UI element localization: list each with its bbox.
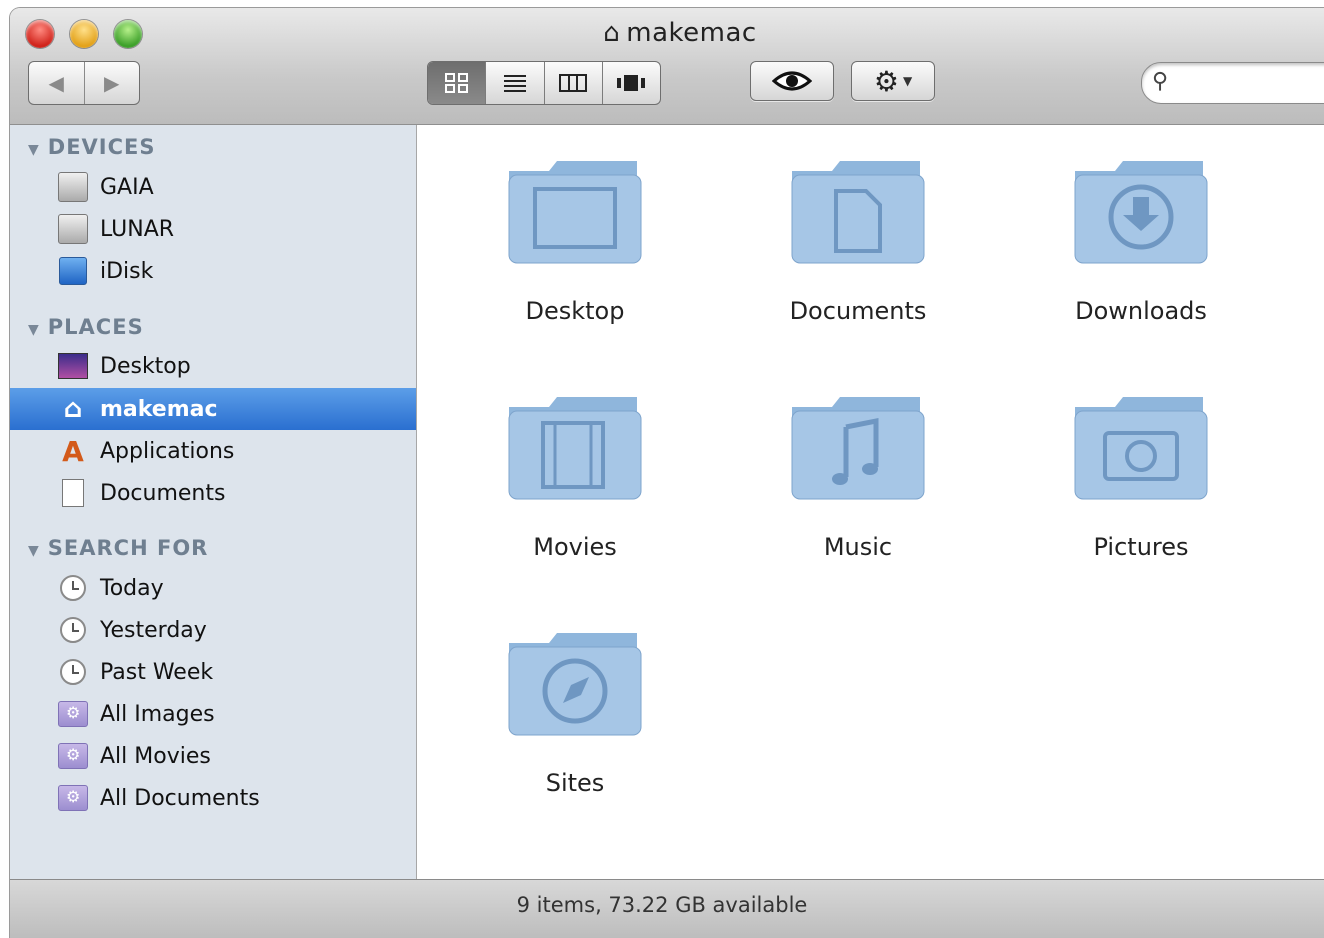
- window-title-text: makemac: [626, 18, 757, 48]
- back-arrow-icon: ◀: [48, 71, 64, 95]
- finder-window: ⌂ makemac ◀ ▶ ⚙ ▼ ⚲ ▼ DEVICES GAIA LUNAR…: [10, 8, 1324, 938]
- clock-icon: [58, 573, 88, 603]
- smart-folder-icon: [58, 741, 88, 771]
- sidebar-section-search-for[interactable]: ▼ SEARCH FOR: [28, 536, 208, 560]
- search-field[interactable]: ⚲: [1141, 62, 1324, 104]
- pictures-folder-icon: [1074, 397, 1208, 500]
- coverflow-view-icon: [617, 75, 646, 91]
- sidebar-item-all-documents[interactable]: All Documents: [10, 778, 416, 818]
- disclosure-triangle-icon: ▼: [28, 142, 40, 158]
- sidebar-section-devices[interactable]: ▼ DEVICES: [28, 135, 156, 159]
- idisk-icon: [58, 256, 88, 286]
- window-title: ⌂ makemac: [10, 18, 1324, 48]
- title-bar: ⌂ makemac ◀ ▶ ⚙ ▼ ⚲: [10, 8, 1324, 125]
- folder-item-movies[interactable]: Movies: [455, 393, 695, 613]
- home-icon: ⌂: [63, 394, 83, 424]
- downloads-folder-icon: [1074, 161, 1208, 264]
- sidebar-item-yesterday[interactable]: Yesterday: [10, 610, 416, 650]
- action-menu-button[interactable]: ⚙ ▼: [851, 61, 935, 101]
- document-icon: [58, 478, 88, 508]
- clock-icon: [58, 657, 88, 687]
- folder-item-pictures[interactable]: Pictures: [1021, 393, 1261, 613]
- sidebar-item-idisk[interactable]: iDisk: [10, 251, 416, 291]
- sidebar-item-makemac[interactable]: ⌂ makemac: [10, 388, 416, 430]
- forward-arrow-icon: ▶: [104, 71, 120, 95]
- search-input[interactable]: [1182, 69, 1324, 97]
- column-view-button[interactable]: [543, 62, 602, 104]
- forward-button[interactable]: ▶: [83, 62, 140, 104]
- documents-folder-icon: [791, 161, 925, 264]
- sidebar-item-past-week[interactable]: Past Week: [10, 652, 416, 692]
- smart-folder-icon: [58, 699, 88, 729]
- back-button[interactable]: ◀: [29, 62, 84, 104]
- sidebar-item-documents[interactable]: Documents: [10, 473, 416, 513]
- sidebar-item-desktop[interactable]: Desktop: [10, 346, 416, 386]
- status-text: 9 items, 73.22 GB available: [516, 893, 808, 917]
- icon-view-button[interactable]: [428, 62, 486, 104]
- column-view-icon: [559, 74, 588, 92]
- sidebar-item-today[interactable]: Today: [10, 568, 416, 608]
- sidebar-section-places[interactable]: ▼ PLACES: [28, 315, 144, 339]
- gear-icon: ⚙: [873, 64, 899, 98]
- file-browser-content: Desktop Documents Downloads Movies Music…: [417, 125, 1324, 879]
- sidebar-item-lunar[interactable]: LUNAR: [10, 209, 416, 249]
- sidebar-item-all-images[interactable]: All Images: [10, 694, 416, 734]
- coverflow-view-button[interactable]: [601, 62, 660, 104]
- icon-view-icon: [444, 73, 468, 93]
- movies-folder-icon: [508, 397, 642, 500]
- sidebar-item-applications[interactable]: A Applications: [10, 431, 416, 471]
- smart-folder-icon: [58, 783, 88, 813]
- sidebar-item-all-movies[interactable]: All Movies: [10, 736, 416, 776]
- back-forward-control: ◀ ▶: [28, 61, 140, 105]
- music-folder-icon: [791, 397, 925, 500]
- disclosure-triangle-icon: ▼: [28, 543, 40, 559]
- sidebar: ▼ DEVICES GAIA LUNAR iDisk ▼ PLACES Deskto…: [10, 125, 417, 879]
- desktop-folder-icon: [508, 161, 642, 264]
- folder-item-desktop[interactable]: Desktop: [455, 157, 695, 377]
- folder-item-sites[interactable]: Sites: [455, 629, 695, 849]
- hard-disk-icon: [58, 214, 88, 244]
- folder-item-downloads[interactable]: Downloads: [1021, 157, 1261, 377]
- list-view-button[interactable]: [485, 62, 543, 104]
- quick-look-button[interactable]: [750, 61, 834, 101]
- sidebar-item-gaia[interactable]: GAIA: [10, 167, 416, 207]
- desktop-icon: [58, 351, 88, 381]
- disclosure-triangle-icon: ▼: [28, 322, 40, 338]
- list-view-icon: [503, 75, 526, 92]
- clock-icon: [58, 615, 88, 645]
- search-icon: ⚲: [1152, 69, 1169, 94]
- eye-icon: [772, 71, 812, 91]
- view-mode-control: [427, 61, 661, 105]
- hard-disk-icon: [58, 172, 88, 202]
- chevron-down-icon: ▼: [902, 74, 913, 88]
- folder-item-music[interactable]: Music: [738, 393, 978, 613]
- applications-icon: A: [62, 434, 84, 468]
- home-icon: ⌂: [603, 18, 621, 48]
- folder-item-documents[interactable]: Documents: [738, 157, 978, 377]
- sites-folder-icon: [508, 633, 642, 736]
